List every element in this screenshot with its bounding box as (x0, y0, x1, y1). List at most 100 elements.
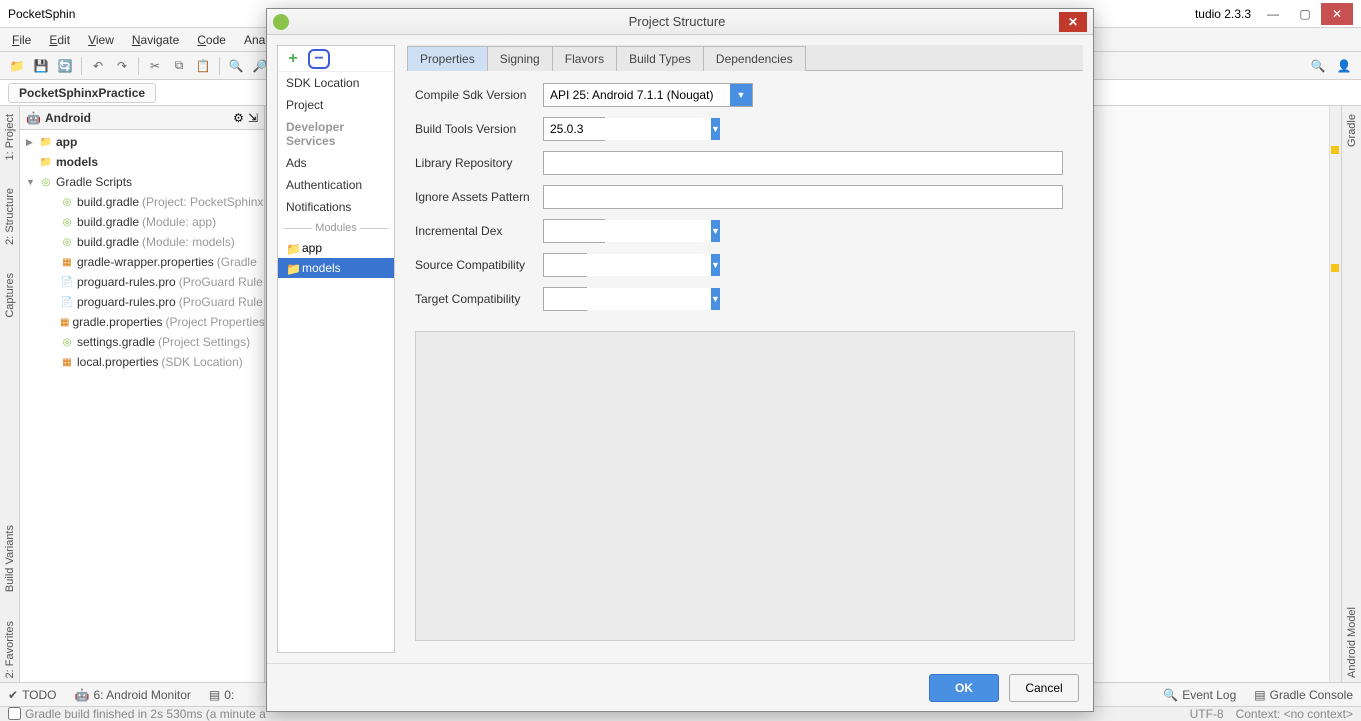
cancel-button[interactable]: Cancel (1009, 674, 1079, 702)
remove-module-button[interactable]: − (308, 49, 330, 69)
source-compat-input[interactable] (544, 254, 711, 276)
build-tools-combo[interactable]: ▼ (543, 117, 605, 141)
cut-icon[interactable]: ✂ (144, 55, 166, 77)
save-icon[interactable]: 💾 (30, 55, 52, 77)
tree-item: 📄proguard-rules.pro (ProGuard Rule (20, 272, 264, 292)
tab-gradle[interactable]: Gradle (1346, 110, 1358, 151)
tab-flavors[interactable]: Flavors (552, 46, 617, 71)
tab-build-variants[interactable]: Build Variants (4, 521, 16, 596)
warning-marker[interactable] (1331, 264, 1339, 272)
ignore-assets-label: Ignore Assets Pattern (415, 190, 535, 204)
tab-favorites[interactable]: 2: Favorites (4, 617, 16, 682)
warning-marker[interactable] (1331, 146, 1339, 154)
dialog-body: + − SDK Location Project Developer Servi… (267, 35, 1093, 663)
source-compat-combo[interactable]: ▼ (543, 253, 587, 277)
marker-strip (1329, 106, 1341, 682)
source-compat-label: Source Compatibility (415, 258, 535, 272)
menu-view[interactable]: View (80, 31, 122, 49)
menu-navigate[interactable]: Navigate (124, 31, 187, 49)
sidebar-authentication[interactable]: Authentication (278, 174, 394, 196)
folder-icon: 📁 (286, 242, 298, 254)
module-models[interactable]: 📁models (278, 258, 394, 278)
maximize-button[interactable]: ▢ (1289, 3, 1321, 25)
module-app[interactable]: 📁app (278, 238, 394, 258)
status-context: Context: <no context> (1236, 707, 1353, 721)
tab-project[interactable]: 1: Project (4, 110, 16, 164)
event-log-tab[interactable]: 🔍 Event Log (1163, 688, 1236, 702)
add-module-button[interactable]: + (284, 50, 302, 68)
tab-properties[interactable]: Properties (407, 46, 488, 71)
chevron-down-icon[interactable]: ▼ (711, 288, 720, 310)
compile-sdk-input[interactable] (544, 84, 730, 106)
chevron-down-icon[interactable]: ▼ (711, 220, 720, 242)
build-tools-input[interactable] (544, 118, 711, 140)
chevron-down-icon[interactable]: ▼ (711, 118, 720, 140)
search-everywhere-icon[interactable]: 🔍 (1307, 55, 1329, 77)
dialog-tabs: Properties Signing Flavors Build Types D… (407, 45, 1083, 71)
tab-dependencies[interactable]: Dependencies (703, 46, 806, 71)
collapse-icon[interactable]: ⇲ (248, 111, 258, 125)
gear-icon[interactable]: ⚙ (233, 111, 244, 125)
sync-icon[interactable]: 🔄 (54, 55, 76, 77)
dialog-close-button[interactable]: ✕ (1059, 12, 1087, 32)
right-gutter: Gradle Android Model (1341, 106, 1361, 682)
ignore-assets-input[interactable] (543, 185, 1063, 209)
menu-edit[interactable]: Edit (41, 31, 78, 49)
tree-gradle-scripts: ▼◎Gradle Scripts (20, 172, 264, 192)
chevron-down-icon[interactable]: ▼ (730, 84, 752, 106)
sidebar-sdk-location[interactable]: SDK Location (278, 72, 394, 94)
tab-structure[interactable]: 2: Structure (4, 184, 16, 249)
chevron-down-icon[interactable]: ▼ (711, 254, 720, 276)
project-panel-header: 🤖 Android ⚙ ⇲ (20, 106, 264, 130)
breadcrumb-root[interactable]: PocketSphinxPractice (8, 83, 156, 103)
tree-item: ◎build.gradle (Module: app) (20, 212, 264, 232)
open-icon[interactable]: 📁 (6, 55, 28, 77)
tab-captures[interactable]: Captures (4, 269, 16, 322)
project-mode[interactable]: Android (45, 111, 229, 125)
dialog-titlebar[interactable]: Project Structure ✕ (267, 9, 1093, 35)
tab-android-model[interactable]: Android Model (1346, 603, 1358, 682)
status-message: Gradle build finished in 2s 530ms (a min… (25, 707, 266, 721)
tab-signing[interactable]: Signing (487, 46, 553, 71)
tab-build-types[interactable]: Build Types (616, 46, 704, 71)
target-compat-input[interactable] (544, 288, 711, 310)
dialog-sidebar: + − SDK Location Project Developer Servi… (277, 45, 395, 653)
compile-sdk-combo[interactable]: ▼ (543, 83, 753, 107)
todo-tab[interactable]: ✔ TODO (8, 688, 57, 702)
library-repo-input[interactable] (543, 151, 1063, 175)
sidebar-notifications[interactable]: Notifications (278, 196, 394, 218)
sidebar-ads[interactable]: Ads (278, 152, 394, 174)
copy-icon[interactable]: ⧉ (168, 55, 190, 77)
tree-item: ▦local.properties (SDK Location) (20, 352, 264, 372)
project-tree[interactable]: ▶📁app 📁models ▼◎Gradle Scripts ◎build.gr… (20, 130, 264, 682)
title-left: PocketSphin (8, 7, 75, 21)
undo-icon[interactable]: ↶ (87, 55, 109, 77)
redo-icon[interactable]: ↷ (111, 55, 133, 77)
profile-icon[interactable]: 👤 (1333, 55, 1355, 77)
empty-panel (415, 331, 1075, 641)
ok-button[interactable]: OK (929, 674, 999, 702)
left-gutter: 1: Project 2: Structure Captures Build V… (0, 106, 20, 682)
tree-models: 📁models (20, 152, 264, 172)
menu-file[interactable]: File (4, 31, 39, 49)
close-button[interactable]: ✕ (1321, 3, 1353, 25)
android-studio-icon (273, 14, 289, 30)
sidebar-project[interactable]: Project (278, 94, 394, 116)
dialog-footer: OK Cancel (267, 663, 1093, 711)
project-structure-dialog: Project Structure ✕ + − SDK Location Pro… (266, 8, 1094, 712)
tree-item: ◎build.gradle (Module: models) (20, 232, 264, 252)
title-right: tudio 2.3.3 (1195, 7, 1251, 21)
folder-icon: 📁 (286, 262, 298, 274)
paste-icon[interactable]: 📋 (192, 55, 214, 77)
menu-code[interactable]: Code (189, 31, 234, 49)
incremental-dex-combo[interactable]: ▼ (543, 219, 605, 243)
target-compat-label: Target Compatibility (415, 292, 535, 306)
gradle-console-tab[interactable]: ▤ Gradle Console (1254, 688, 1353, 702)
minimize-button[interactable]: — (1257, 3, 1289, 25)
terminal-tab[interactable]: ▤ 0: (209, 688, 234, 702)
status-checkbox[interactable] (8, 707, 21, 720)
target-compat-combo[interactable]: ▼ (543, 287, 587, 311)
incremental-dex-input[interactable] (544, 220, 711, 242)
find-icon[interactable]: 🔍 (225, 55, 247, 77)
android-monitor-tab[interactable]: 🤖 6: Android Monitor (75, 688, 191, 702)
